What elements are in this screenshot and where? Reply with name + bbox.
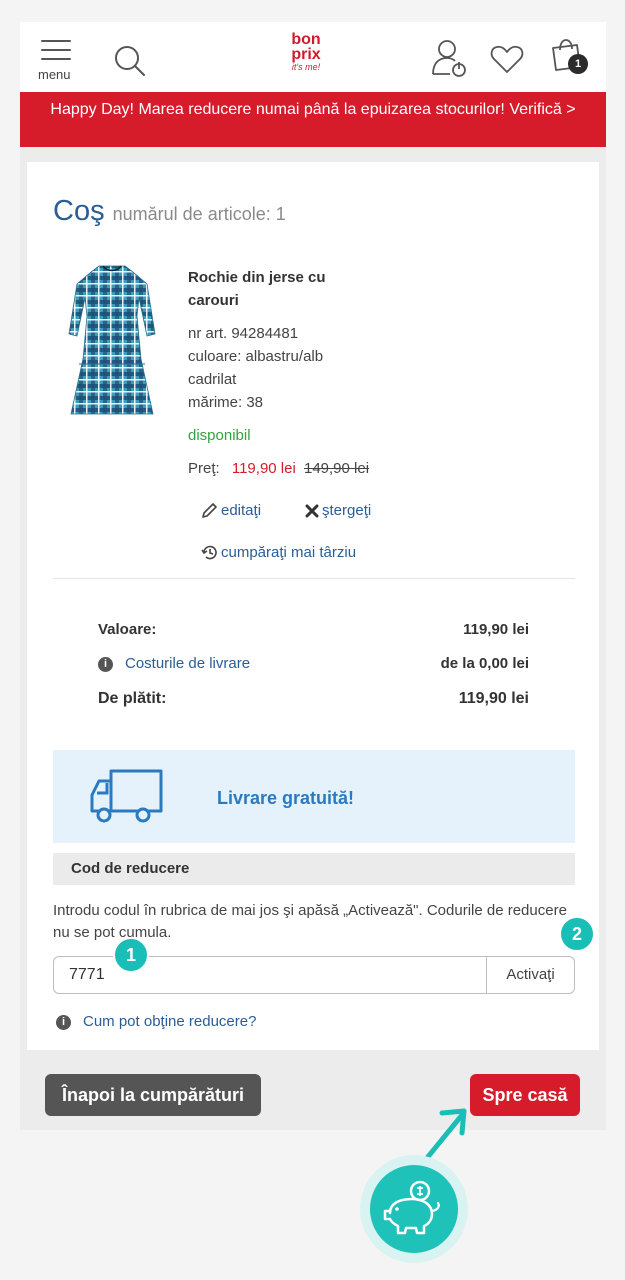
total-amount: 119,90 lei [458,690,529,707]
piggy-bank-icon [383,1180,440,1235]
edit-link[interactable]: editaţi [201,502,261,519]
subtotal-label: Valoare: [98,621,157,638]
logo-tagline: it's me! [291,62,321,72]
info-icon: i [56,1014,71,1030]
edit-label: editaţi [221,502,262,519]
save-for-later-label: cumpăraţi mai târziu [221,544,357,561]
cart-card: Coş numărul de articole: 1 Rochie din je… [27,162,599,1050]
menu-label[interactable]: menu [38,67,71,82]
price-row: Preţ: 119,90 lei 149,90 lei [188,460,369,477]
piggy-bank-circle [370,1165,458,1253]
product-article-number: nr art. 94284481 [188,325,299,342]
activate-coupon-button[interactable]: Activaţi [486,956,575,994]
step-marker-1: 1 [113,937,149,973]
price-current: 119,90 lei [231,460,296,477]
user-account-icon[interactable] [430,38,470,78]
coupon-help-row[interactable]: i Cum pot obţine reducere? [56,1013,256,1030]
coupon-heading: Cod de reducere [53,853,575,885]
shipping-cost-row[interactable]: i Costurile de livrare [98,655,250,672]
menu-icon[interactable] [41,40,71,67]
back-to-shopping-button[interactable]: Înapoi la cumpărături [45,1074,261,1116]
shipping-cost-amount: de la 0,00 lei [440,655,529,672]
info-icon: i [98,656,113,672]
product-size: mărime: 38 [188,394,264,411]
cart-title: Coş numărul de articole: 1 [53,195,286,228]
price-original: 149,90 lei [303,460,370,477]
product-image[interactable] [67,264,157,424]
logo-line2: prix [291,46,321,63]
delivery-truck-icon [90,769,163,823]
piggy-bank-badge [360,1155,468,1263]
delete-link[interactable]: ştergeţi [305,502,371,519]
cart-title-text: Coş [53,195,105,227]
pencil-icon [202,503,217,518]
free-shipping-box: Livrare gratuită! [53,750,575,843]
checkout-button[interactable]: Spre casă [470,1074,580,1116]
wishlist-heart-icon[interactable] [490,44,524,74]
header: menu bon prix it's me! 1 [20,22,606,92]
step-marker-2: 2 [559,916,595,952]
coupon-help-link[interactable]: Cum pot obţine reducere? [83,1013,256,1030]
shipping-cost-link[interactable]: Costurile de livrare [125,655,250,672]
free-shipping-text: Livrare gratuită! [217,788,355,808]
product-details: nr art. 94284481 culoare: albastru/alb c… [188,322,358,414]
logo-line1: bon [291,31,321,48]
divider [53,578,575,579]
promo-banner[interactable]: Happy Day! Marea reducere numai până la … [20,92,606,147]
page-frame: menu bon prix it's me! 1 Happy Day! Mare… [20,22,606,1130]
cart-item-count: numărul de articole: 1 [112,204,286,224]
bonprix-logo[interactable]: bon prix it's me! [282,31,330,73]
product-name[interactable]: Rochie din jerse cu carouri [188,266,368,312]
search-icon[interactable] [113,44,147,78]
save-for-later-link[interactable]: cumpăraţi mai târziu [201,544,356,561]
delete-label: ştergeţi [322,502,372,519]
total-label: De plătit: [98,690,167,707]
product-color: culoare: albastru/alb cadrilat [188,348,324,388]
history-icon [201,545,217,560]
availability-status: disponibil [188,427,251,444]
subtotal-amount: 119,90 lei [463,621,529,638]
price-label: Preţ: [188,460,220,477]
cart-count-badge: 1 [568,54,588,74]
close-icon [305,504,319,517]
